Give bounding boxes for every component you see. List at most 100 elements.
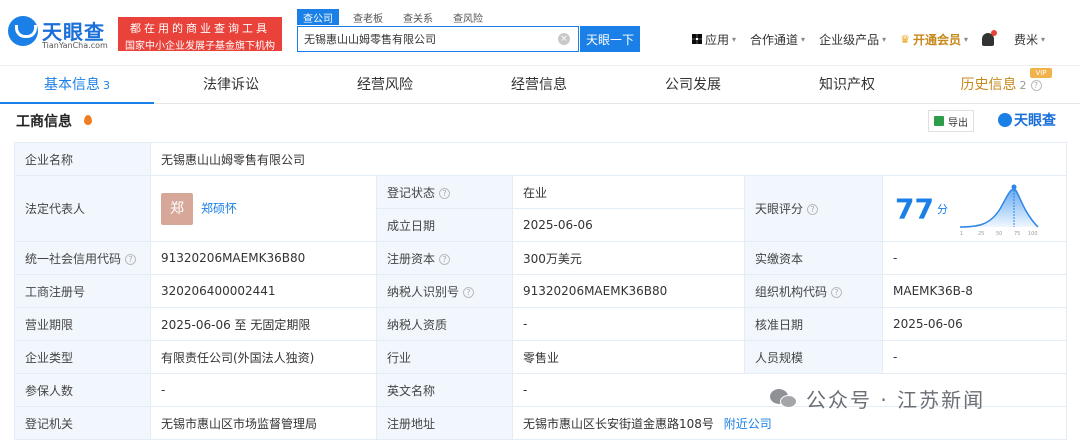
brand-text: 天眼查	[1014, 113, 1056, 129]
help-icon[interactable]: ?	[463, 286, 475, 298]
label-industry: 行业	[376, 340, 513, 374]
tab-ip[interactable]: 知识产权	[770, 70, 924, 104]
notification-dot	[991, 29, 997, 36]
tab-legal[interactable]: 法律诉讼	[154, 70, 308, 104]
score-unit: 分	[936, 202, 948, 216]
nav-enterprise-label: 企业级产品	[819, 32, 880, 47]
label-reg-address: 注册地址	[376, 406, 513, 440]
tab-risk[interactable]: 经营风险	[308, 70, 462, 104]
value-company-type: 有限责任公司(外国法人独资)	[150, 340, 377, 374]
nav-notifications[interactable]	[982, 29, 1000, 46]
wechat-watermark: 公众号 · 江苏新闻	[770, 381, 985, 415]
search-type-tabs: 查公司 查老板 查关系 查风险	[297, 9, 497, 25]
org-code-text: 组织机构代码	[755, 284, 828, 299]
label-taxpayer-qual: 纳税人资质	[376, 307, 513, 341]
help-icon[interactable]: ?	[1030, 80, 1042, 91]
label-approve-date: 核准日期	[744, 307, 883, 341]
search-input[interactable]	[298, 27, 548, 51]
reg-status-text: 登记状态	[387, 185, 436, 200]
logo-eye-icon	[8, 16, 38, 46]
nav-cooperation-label: 合作通道	[750, 32, 799, 47]
score-distribution-chart: 1 25 50 75 100	[959, 184, 1039, 237]
excel-icon	[934, 116, 944, 126]
export-label: 导出	[948, 117, 968, 129]
table-row: 统一社会信用代码? 91320206MAEMK36B80 注册资本? 300万美…	[14, 241, 1068, 275]
tab-basic-info[interactable]: 基本信息 3	[0, 70, 154, 104]
crown-icon: ♛	[900, 32, 910, 46]
clear-icon[interactable]: ×	[558, 33, 570, 45]
nav-vip-label: 开通会员	[912, 32, 961, 47]
search-button[interactable]: 天眼一下	[580, 26, 640, 52]
nav-cooperation[interactable]: 合作通道 ▾	[750, 31, 805, 48]
avatar: 郑	[161, 192, 193, 225]
score-curve-area	[959, 188, 1038, 227]
table-row: 工商注册号 320206400002441 纳税人识别号? 91320206MA…	[14, 274, 1068, 308]
nav-user[interactable]: 费米 ▾	[1014, 31, 1045, 48]
tianyancha-logo[interactable]: 天眼查 TianYanCha.com	[8, 14, 116, 54]
nav-vip[interactable]: ♛ 开通会员 ▾	[900, 31, 968, 48]
logo-eye-icon	[998, 113, 1012, 127]
help-icon[interactable]: ?	[125, 253, 137, 265]
label-org-code: 组织机构代码?	[744, 274, 883, 308]
detail-tabs: 基本信息 3 法律诉讼 经营风险 经营信息 公司发展 知识产权 VIP 历史信息 2…	[0, 68, 1080, 104]
section-title: 工商信息	[16, 114, 72, 130]
nav-app-label: 应用	[705, 32, 730, 47]
user-name: 费米	[1014, 32, 1039, 47]
score-number: 77	[895, 192, 934, 225]
nearby-companies-link[interactable]: 附近公司	[724, 417, 772, 431]
search-tab-company[interactable]: 查公司	[297, 9, 339, 25]
tab-label: 基本信息	[44, 77, 100, 93]
nav-app[interactable]: 应用 ▾	[692, 31, 736, 48]
label-taxpayer-id: 纳税人识别号?	[376, 274, 513, 308]
search-tab-risk[interactable]: 查风险	[447, 9, 489, 25]
value-biz-term: 2025-06-06 至 无固定期限	[150, 307, 377, 341]
bell-icon	[982, 29, 997, 46]
tab-development[interactable]: 公司发展	[616, 70, 770, 104]
score-marker-dot	[1011, 184, 1017, 189]
tab-count: 3	[103, 79, 110, 92]
wechat-icon	[770, 387, 798, 409]
chevron-down-icon: ▾	[732, 34, 737, 44]
help-icon[interactable]: ?	[831, 286, 843, 298]
label-company-type: 企业类型	[14, 340, 151, 374]
legal-rep-link[interactable]: 郑硕怀	[201, 201, 237, 215]
tab-label: 经营风险	[357, 77, 413, 93]
chevron-down-icon: ▾	[882, 34, 887, 44]
value-org-code: MAEMK36B-8	[881, 274, 1068, 308]
tab-operation[interactable]: 经营信息	[462, 70, 616, 104]
logo-domain: TianYanCha.com	[42, 41, 108, 50]
label-credit-code: 统一社会信用代码?	[14, 241, 151, 275]
grid-icon	[692, 34, 702, 44]
nav-enterprise[interactable]: 企业级产品 ▾	[819, 31, 886, 48]
slogan-banner: 都在用的商业查询工具 国家中小企业发展子基金旗下机构	[118, 17, 282, 52]
score-tick: 1	[960, 231, 963, 237]
label-reg-capital: 注册资本?	[376, 241, 513, 275]
fire-icon	[84, 115, 92, 125]
label-reg-no: 工商注册号	[14, 274, 151, 308]
table-row: 法定代表人 郑郑硕怀 登记状态? 在业 天眼评分? 77 分 1 25 50 7…	[14, 175, 1068, 242]
score-tick: 75	[1014, 231, 1020, 237]
value-taxpayer-qual: -	[512, 307, 745, 341]
label-legal-rep: 法定代表人	[14, 175, 151, 242]
help-icon[interactable]: ?	[807, 204, 819, 215]
value-reg-capital: 300万美元	[512, 241, 745, 275]
export-button[interactable]: 导出	[928, 110, 974, 132]
value-reg-status: 在业	[512, 175, 745, 209]
search-tab-boss[interactable]: 查老板	[347, 9, 389, 25]
tab-label: 历史信息	[960, 77, 1017, 93]
slogan-line-2: 国家中小企业发展子基金旗下机构	[125, 41, 275, 52]
search-tab-relation[interactable]: 查关系	[397, 9, 439, 25]
vip-tag: VIP	[1030, 68, 1052, 78]
table-row: 企业名称 无锡惠山山姆零售有限公司	[14, 142, 1068, 176]
value-tianyan-score[interactable]: 77 分 1 25 50 75 100	[881, 175, 1068, 242]
score-tick: 25	[978, 231, 984, 237]
value-paid-capital: -	[881, 241, 1068, 275]
chevron-down-icon: ▾	[801, 34, 806, 44]
help-icon[interactable]: ?	[439, 253, 451, 265]
tianyan-score-text: 天眼评分	[755, 202, 804, 216]
credit-code-text: 统一社会信用代码	[25, 251, 122, 266]
help-icon[interactable]: ?	[439, 187, 451, 199]
tab-history[interactable]: VIP 历史信息 2?	[924, 68, 1078, 104]
value-taxpayer-id: 91320206MAEMK36B80	[512, 274, 745, 308]
label-insured: 参保人数	[14, 373, 151, 407]
